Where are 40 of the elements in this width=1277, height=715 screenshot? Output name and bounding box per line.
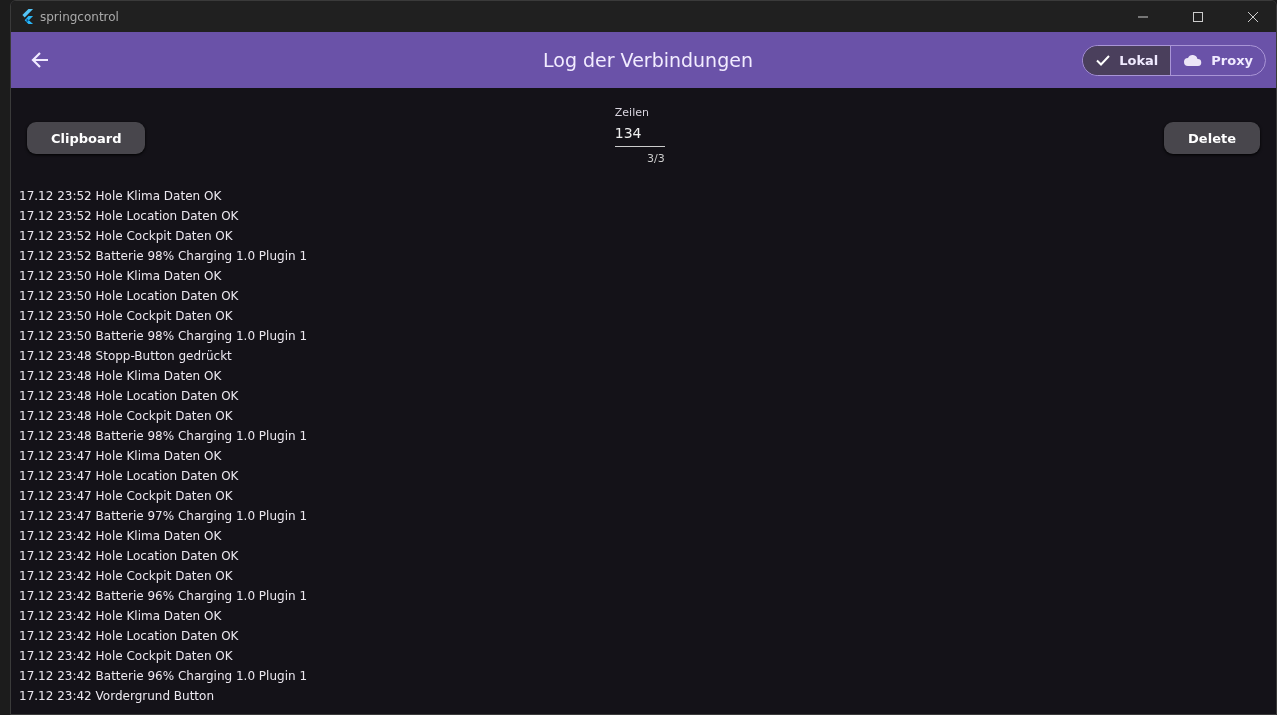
log-line: 17.12 23:42 Hole Cockpit Daten OK: [19, 568, 234, 585]
log-line: 17.12 23:48 Hole Location Daten OK: [19, 388, 240, 405]
log-line: 17.12 23:52 Hole Location Daten OK: [19, 208, 240, 225]
close-icon[interactable]: [1248, 11, 1258, 22]
log-line: 17.12 23:47 Hole Location Daten OK: [19, 468, 240, 485]
log-line: 17.12 23:42 Hole Cockpit Daten OK: [19, 648, 234, 665]
log-line: 17.12 23:48 Hole Klima Daten OK: [19, 368, 223, 385]
log-line: 17.12 23:52 Hole Klima Daten OK: [19, 188, 223, 205]
log-line: 17.12 23:50 Hole Cockpit Daten OK: [19, 308, 234, 325]
log-line: 17.12 23:47 Hole Klima Daten OK: [19, 448, 223, 465]
log-line: 17.12 23:50 Batterie 98% Charging 1.0 Plugin 1: [19, 328, 309, 345]
log-line: 17.12 23:42 Hole Klima Daten OK: [19, 528, 223, 545]
log-line: 17.12 23:48 Batterie 98% Charging 1.0 Plugin 1: [19, 428, 309, 445]
lines-input-field[interactable]: 134: [614, 119, 665, 147]
delete-button[interactable]: Delete: [1164, 122, 1260, 154]
back-arrow-icon[interactable]: [30, 50, 50, 70]
segment-button[interactable]: Lokal: [1083, 45, 1171, 75]
page-title: Log der Verbindungen: [543, 49, 753, 71]
maximize-icon[interactable]: [1193, 11, 1203, 22]
log-line: 17.12 23:47 Hole Cockpit Daten OK: [19, 488, 234, 505]
log-line: 17.12 23:48 Stopp-Button gedrückt: [19, 348, 233, 365]
log-line: 17.12 23:52 Hole Cockpit Daten OK: [19, 228, 234, 245]
log-line: 17.12 23:42 Batterie 96% Charging 1.0 Plugin 1: [19, 668, 309, 685]
log-line: 17.12 23:50 Hole Location Daten OK: [19, 288, 240, 305]
field-label: Zeilen: [614, 106, 650, 119]
log-line: 17.12 23:42 Hole Klima Daten OK: [19, 608, 223, 625]
log-line: 17.12 23:42 Vordergrund Button: [19, 688, 216, 705]
app-logo-icon: [21, 9, 34, 24]
log-line: 17.12 23:42 Hole Location Daten OK: [19, 628, 240, 645]
log-line: 17.12 23:42 Hole Location Daten OK: [19, 548, 240, 565]
log-line: 17.12 23:42 Batterie 96% Charging 1.0 Plugin 1: [19, 588, 309, 605]
clipboard-button[interactable]: Clipboard: [27, 122, 146, 154]
segment-button[interactable]: Proxy: [1170, 45, 1265, 75]
log-line: 17.12 23:52 Batterie 98% Charging 1.0 Plugin 1: [19, 248, 309, 265]
log-line: 17.12 23:48 Hole Cockpit Daten OK: [19, 408, 234, 425]
character-counter: 3/3: [647, 152, 665, 165]
window-title: springcontrol: [40, 9, 119, 24]
cloud-icon: [1183, 53, 1204, 67]
log-line: 17.12 23:47 Batterie 97% Charging 1.0 Plugin 1: [19, 508, 309, 525]
log-line: 17.12 23:50 Hole Klima Daten OK: [19, 268, 223, 285]
